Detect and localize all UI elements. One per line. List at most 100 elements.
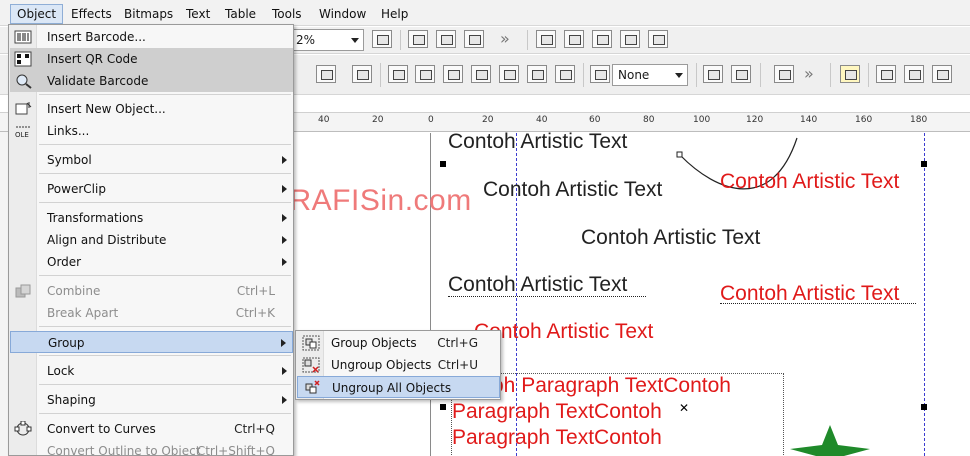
- menu-item-insert-qr-code[interactable]: Insert QR Code: [10, 48, 293, 70]
- group-submenu: Group Objects Ctrl+G Ungroup Objects Ctr…: [295, 330, 501, 400]
- submenu-arrow-icon: [282, 236, 287, 244]
- ungroup-all-icon: [305, 380, 320, 394]
- simplify-icon[interactable]: [471, 65, 491, 83]
- insert-object-icon: [15, 102, 32, 115]
- delete-boundary-icon[interactable]: [731, 65, 751, 83]
- pen-outline-icon[interactable]: [590, 65, 610, 83]
- artistic-text[interactable]: Contoh Artistic Text: [483, 178, 662, 202]
- star-shape-icon[interactable]: [840, 65, 860, 83]
- view-icon[interactable]: [436, 30, 456, 48]
- artistic-text[interactable]: Contoh Artistic Text: [720, 170, 899, 194]
- selection-handle[interactable]: [440, 161, 446, 167]
- create-boundary-icon[interactable]: [703, 65, 723, 83]
- text-node-line: [448, 296, 646, 297]
- menu-table[interactable]: Table: [219, 5, 262, 23]
- stamp-icon[interactable]: [904, 65, 924, 83]
- menu-item-label: Transformations: [47, 211, 144, 225]
- lock-tool-icon[interactable]: [648, 30, 668, 48]
- menu-item-shortcut: Ctrl+L: [236, 284, 275, 298]
- intersect-icon[interactable]: [443, 65, 463, 83]
- artistic-text[interactable]: Contoh Artistic Text: [448, 130, 627, 154]
- menu-separator: [39, 413, 291, 414]
- outline-width-combo[interactable]: None: [612, 64, 688, 86]
- more-tools-icon[interactable]: »: [804, 64, 814, 83]
- menu-separator: [39, 173, 291, 174]
- menu-item-symbol[interactable]: Symbol: [10, 149, 293, 171]
- toolbar-separator: [583, 63, 584, 87]
- launcher-icon[interactable]: [620, 30, 640, 48]
- menu-item-break-apart[interactable]: Break Apart Ctrl+K: [10, 302, 293, 324]
- view-mode-icon[interactable]: [464, 30, 484, 48]
- menu-item-label: Insert QR Code: [47, 52, 138, 66]
- ole-icon: OLE: [15, 126, 30, 139]
- menu-effects[interactable]: Effects: [65, 5, 118, 23]
- menu-item-insert-barcode[interactable]: Insert Barcode...: [10, 26, 293, 48]
- menu-item-shaping[interactable]: Shaping: [10, 389, 293, 411]
- menu-item-insert-new-object[interactable]: Insert New Object...: [10, 98, 293, 120]
- play-icon[interactable]: [876, 65, 896, 83]
- ruler-tool-icon[interactable]: [932, 65, 952, 83]
- menu-window[interactable]: Window: [313, 5, 372, 23]
- artistic-text[interactable]: Contoh Artistic Text: [448, 273, 627, 297]
- barcode-icon: [14, 30, 32, 44]
- menu-text[interactable]: Text: [180, 5, 216, 23]
- menu-item-label: Insert New Object...: [47, 102, 166, 116]
- menu-help[interactable]: Help: [375, 5, 414, 23]
- ruler-label: 120: [746, 115, 764, 125]
- menu-separator: [39, 202, 291, 203]
- weld-icon[interactable]: [388, 65, 408, 83]
- chevron-down-icon: [351, 38, 359, 43]
- layout-icon[interactable]: [564, 30, 584, 48]
- menu-item-links[interactable]: OLE Links...: [10, 120, 293, 142]
- selection-handle[interactable]: [921, 404, 927, 410]
- menu-bitmaps[interactable]: Bitmaps: [118, 5, 179, 23]
- menu-item-label: Break Apart: [47, 306, 119, 320]
- menu-item-powerclip[interactable]: PowerClip: [10, 178, 293, 200]
- menu-item-convert-to-curves[interactable]: Convert to Curves Ctrl+Q: [10, 418, 293, 440]
- qr-code-icon: [14, 51, 32, 67]
- zoom-level-combo[interactable]: 2%: [290, 29, 364, 51]
- menu-item-label: Convert Outline to Object: [47, 444, 201, 456]
- menu-item-combine[interactable]: Combine Ctrl+L: [10, 280, 293, 302]
- menu-item-transformations[interactable]: Transformations: [10, 207, 293, 229]
- star-shape[interactable]: [780, 423, 900, 456]
- menu-item-ungroup-objects[interactable]: Ungroup Objects Ctrl+U: [297, 354, 500, 376]
- menu-item-order[interactable]: Order: [10, 251, 293, 273]
- arrange-icon[interactable]: [316, 65, 336, 83]
- more-tools-icon[interactable]: »: [500, 29, 510, 48]
- table-icon[interactable]: [592, 30, 612, 48]
- menu-item-convert-outline[interactable]: Convert Outline to Object Ctrl+Shift+Q: [10, 440, 293, 456]
- menu-item-group-objects[interactable]: Group Objects Ctrl+G: [297, 332, 500, 354]
- artistic-text[interactable]: Contoh Artistic Text: [581, 226, 760, 250]
- menu-item-ungroup-all-objects[interactable]: Ungroup All Objects: [297, 376, 500, 398]
- toolbar-separator: [400, 30, 401, 50]
- menu-item-align-distribute[interactable]: Align and Distribute: [10, 229, 293, 251]
- menu-item-validate-barcode[interactable]: Validate Barcode: [10, 70, 293, 92]
- ruler-label: 180: [910, 115, 928, 125]
- selection-handle[interactable]: [921, 161, 927, 167]
- menu-item-shortcut: Ctrl+U: [437, 358, 478, 372]
- trim-icon[interactable]: [415, 65, 435, 83]
- menu-item-label: Links...: [47, 124, 90, 138]
- back-minus-front-icon[interactable]: [527, 65, 547, 83]
- grid-icon[interactable]: [536, 30, 556, 48]
- menu-item-shortcut: Ctrl+G: [437, 336, 478, 350]
- zoom-options-icon[interactable]: [372, 30, 392, 48]
- validate-barcode-icon: [16, 74, 32, 89]
- submenu-arrow-icon: [281, 339, 286, 347]
- chevron-down-icon: [675, 73, 683, 78]
- menu-separator: [39, 355, 291, 356]
- front-minus-back-icon[interactable]: [499, 65, 519, 83]
- submenu-arrow-icon: [282, 258, 287, 266]
- boundary-icon[interactable]: [555, 65, 575, 83]
- selection-handle[interactable]: [440, 404, 446, 410]
- menu-object[interactable]: Object: [10, 4, 64, 24]
- menu-item-lock[interactable]: Lock: [10, 360, 293, 382]
- snap-to-icon[interactable]: [408, 30, 428, 48]
- combine-tool-icon[interactable]: [352, 65, 372, 83]
- menu-item-group[interactable]: Group: [10, 331, 293, 353]
- menu-item-label: Ungroup All Objects: [332, 381, 452, 395]
- menu-tools[interactable]: Tools: [266, 5, 308, 23]
- zoom-level-value: 2%: [296, 33, 316, 47]
- add-icon[interactable]: [774, 65, 794, 83]
